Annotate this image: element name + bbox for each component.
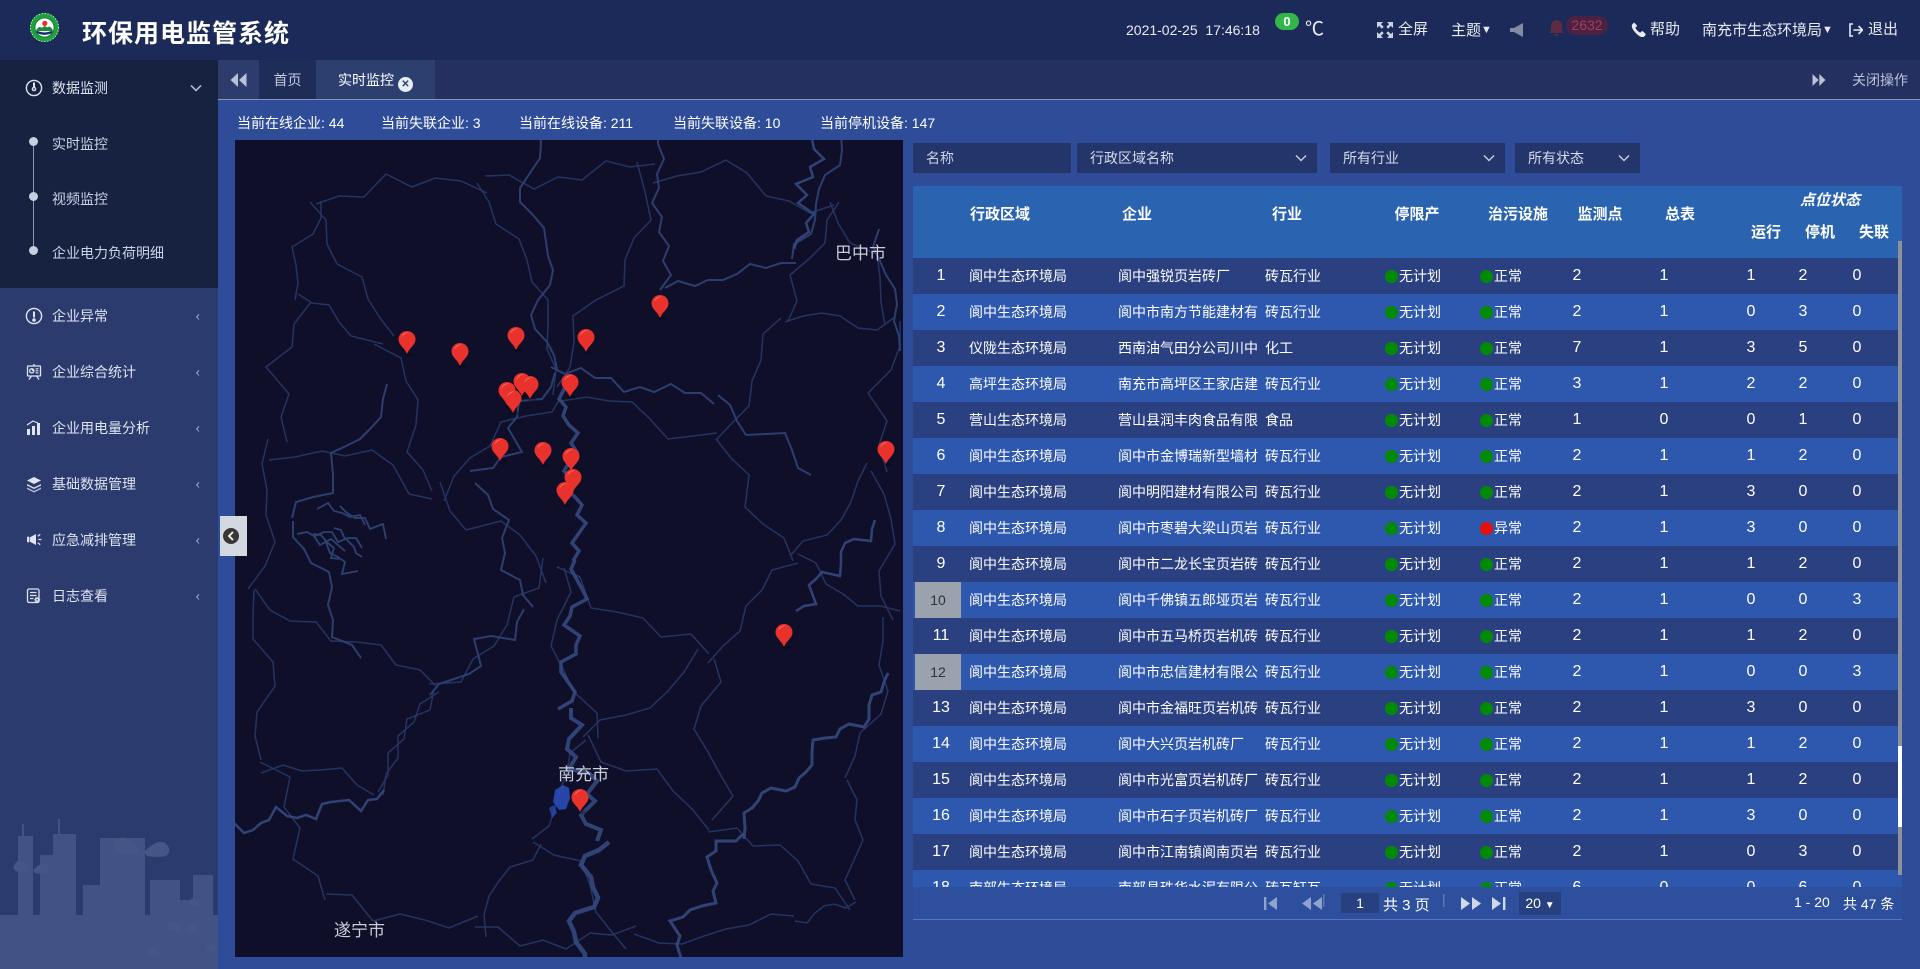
svg-text:南充市: 南充市	[558, 765, 609, 784]
svg-text:巴中市: 巴中市	[835, 244, 886, 263]
svg-text:遂宁市: 遂宁市	[334, 921, 385, 940]
